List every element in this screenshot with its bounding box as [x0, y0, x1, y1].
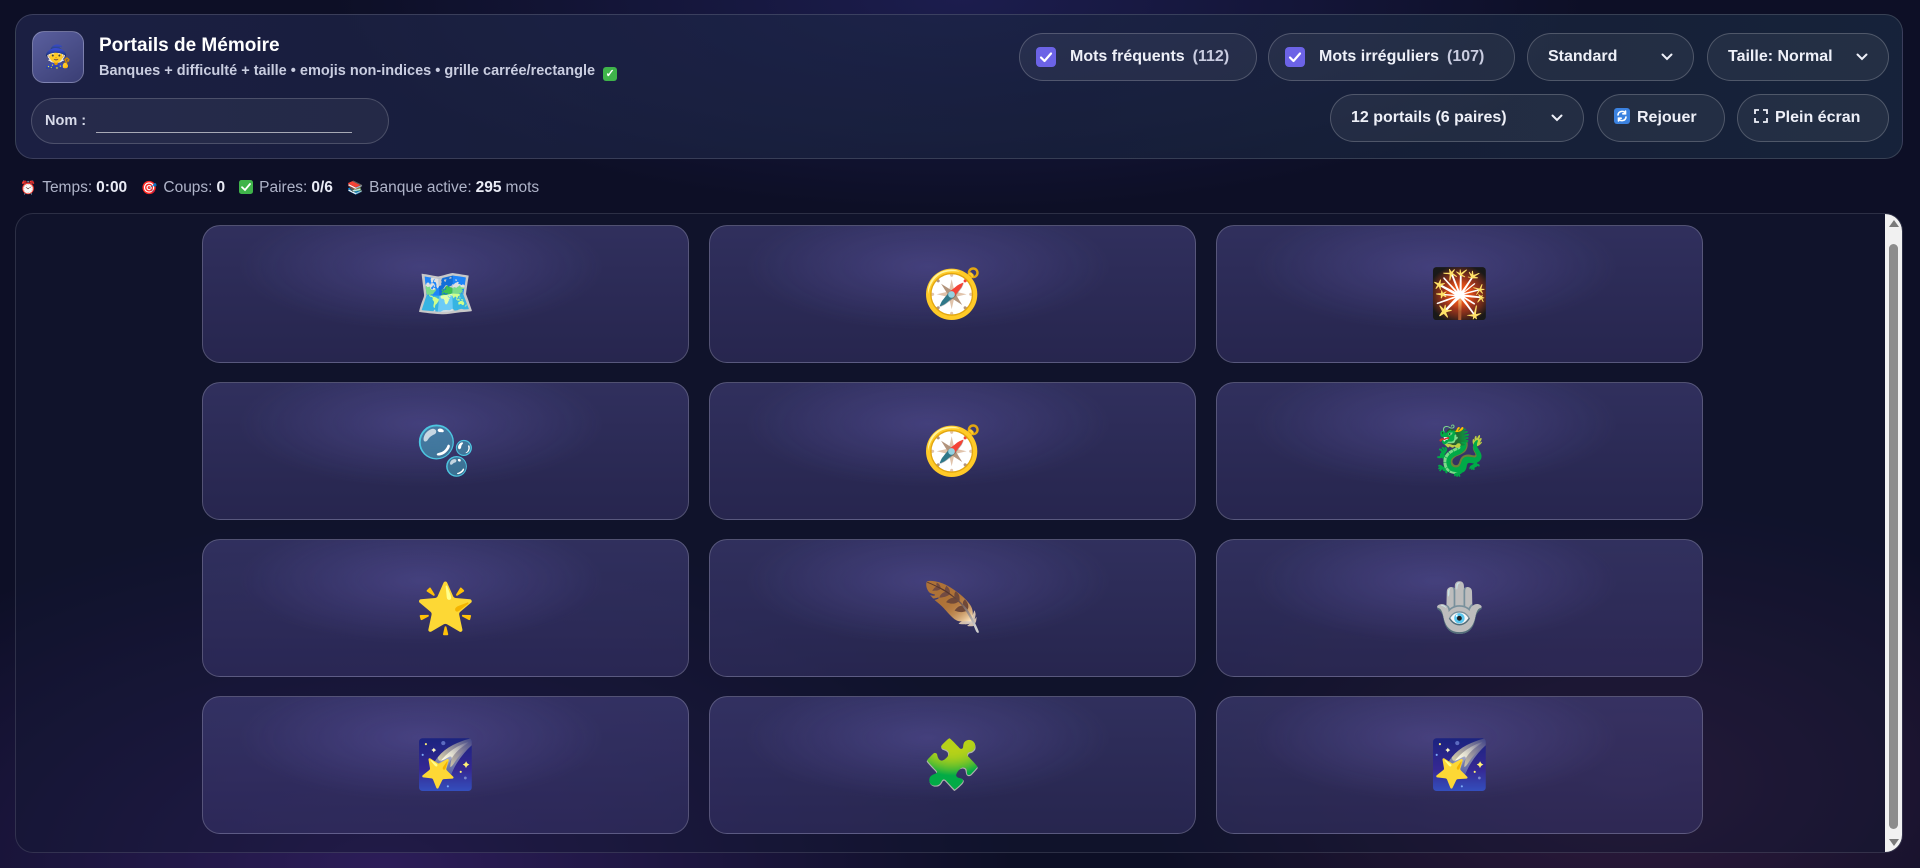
alarm-clock-icon: ⏰: [20, 180, 37, 195]
portals-count-select[interactable]: 12 portails (6 paires): [1330, 94, 1584, 142]
name-input[interactable]: [96, 109, 353, 133]
bank-value: 295: [475, 179, 502, 196]
name-field: Nom :: [31, 98, 389, 144]
card-grid: 🗺️ 🧭 🎇 🫧 🧭 🐉 🌟 🪶 🪬 🌠 🧩 🌠: [202, 225, 1703, 834]
memory-card[interactable]: 🧩: [709, 696, 1196, 834]
memory-card[interactable]: 🪶: [709, 539, 1196, 677]
compass-icon: 🧭: [922, 266, 983, 322]
scroll-down-arrow[interactable]: [1889, 839, 1899, 846]
check-icon: [1039, 52, 1053, 63]
fullscreen-label: Plein écran: [1775, 109, 1861, 126]
check-icon: [1288, 52, 1302, 63]
compass-icon: 🧭: [922, 423, 983, 479]
chevron-down-icon: [1661, 53, 1673, 61]
memory-card[interactable]: 🪬: [1216, 539, 1703, 677]
game-board: 🗺️ 🧭 🎇 🫧 🧭 🐉 🌟 🪶 🪬 🌠 🧩 🌠: [15, 213, 1903, 853]
check-mark-icon: ✓: [603, 67, 618, 81]
board-scrollbar[interactable]: [1885, 214, 1902, 852]
header-panel: 🧙 Portails de Mémoire Banques + difficul…: [15, 14, 1903, 159]
pairs-stat: Paires: 0/6: [239, 179, 333, 197]
frequent-words-count: (112): [1192, 48, 1230, 65]
irregular-words-checkbox[interactable]: [1285, 47, 1305, 67]
crystal-orb-icon: 🫧: [415, 423, 476, 479]
chevron-down-icon: [1856, 53, 1868, 61]
fullscreen-button[interactable]: Plein écran: [1737, 94, 1889, 142]
moves-value: 0: [216, 179, 226, 196]
replay-button[interactable]: Rejouer: [1597, 94, 1725, 142]
stats-bar: ⏰ Temps: 0:00 🎯 Coups: 0 Paires: 0/6 📚 Banq…: [20, 179, 553, 197]
size-select[interactable]: Taille: Normal: [1707, 33, 1889, 81]
memory-card[interactable]: 🌟: [202, 539, 689, 677]
irregular-words-count: (107): [1447, 48, 1485, 65]
scroll-up-arrow[interactable]: [1889, 220, 1899, 227]
difficulty-value: Standard: [1548, 48, 1618, 65]
world-map-icon: 🗺️: [415, 266, 476, 322]
time-stat: ⏰ Temps: 0:00: [20, 179, 128, 196]
memory-card[interactable]: 🐉: [1216, 382, 1703, 520]
frequent-words-toggle[interactable]: Mots fréquents (112): [1019, 33, 1257, 81]
memory-card[interactable]: 🌠: [1216, 696, 1703, 834]
dragon-icon: 🐉: [1429, 423, 1490, 479]
scroll-thumb[interactable]: [1889, 244, 1898, 829]
target-icon: 🎯: [141, 180, 158, 195]
app-title: Portails de Mémoire: [99, 35, 280, 56]
memory-card[interactable]: 🌠: [202, 696, 689, 834]
memory-card[interactable]: 🧭: [709, 225, 1196, 363]
wizard-portal-icon: 🧙: [44, 44, 72, 70]
memory-card[interactable]: 🗺️: [202, 225, 689, 363]
glowing-star-icon: 🌟: [415, 580, 476, 636]
puzzle-piece-icon: 🧩: [922, 737, 983, 793]
chevron-down-icon: [1551, 114, 1563, 122]
time-value: 0:00: [96, 179, 128, 196]
shooting-star-icon: 🌠: [415, 737, 476, 793]
memory-card[interactable]: 🎇: [1216, 225, 1703, 363]
irregular-words-label: Mots irréguliers: [1319, 48, 1440, 65]
memory-card[interactable]: 🧭: [709, 382, 1196, 520]
app-subtitle: Banques + difficulté + taille • emojis n…: [99, 63, 618, 81]
moves-stat: 🎯 Coups: 0: [141, 179, 226, 196]
feather-icon: 🪶: [922, 580, 983, 636]
pairs-value: 0/6: [311, 179, 333, 196]
hamsa-icon: 🪬: [1429, 580, 1490, 636]
books-icon: 📚: [346, 180, 364, 195]
replay-label: Rejouer: [1637, 109, 1697, 126]
check-box-icon: [239, 179, 254, 197]
frequent-words-checkbox[interactable]: [1036, 47, 1056, 67]
difficulty-select[interactable]: Standard: [1527, 33, 1694, 81]
replay-icon: [1614, 107, 1630, 129]
name-label: Nom :: [45, 113, 87, 129]
fullscreen-icon: [1754, 108, 1768, 128]
bank-stat: 📚 Banque active: 295 mots: [346, 179, 540, 196]
shooting-star-icon: 🌠: [1429, 737, 1490, 793]
frequent-words-label: Mots fréquents: [1070, 48, 1185, 65]
portals-count-value: 12 portails (6 paires): [1351, 109, 1507, 126]
memory-card[interactable]: 🫧: [202, 382, 689, 520]
size-value: Taille: Normal: [1728, 48, 1833, 65]
app-logo: 🧙: [32, 31, 84, 83]
irregular-words-toggle[interactable]: Mots irréguliers (107): [1268, 33, 1515, 81]
sparkler-icon: 🎇: [1429, 266, 1490, 322]
